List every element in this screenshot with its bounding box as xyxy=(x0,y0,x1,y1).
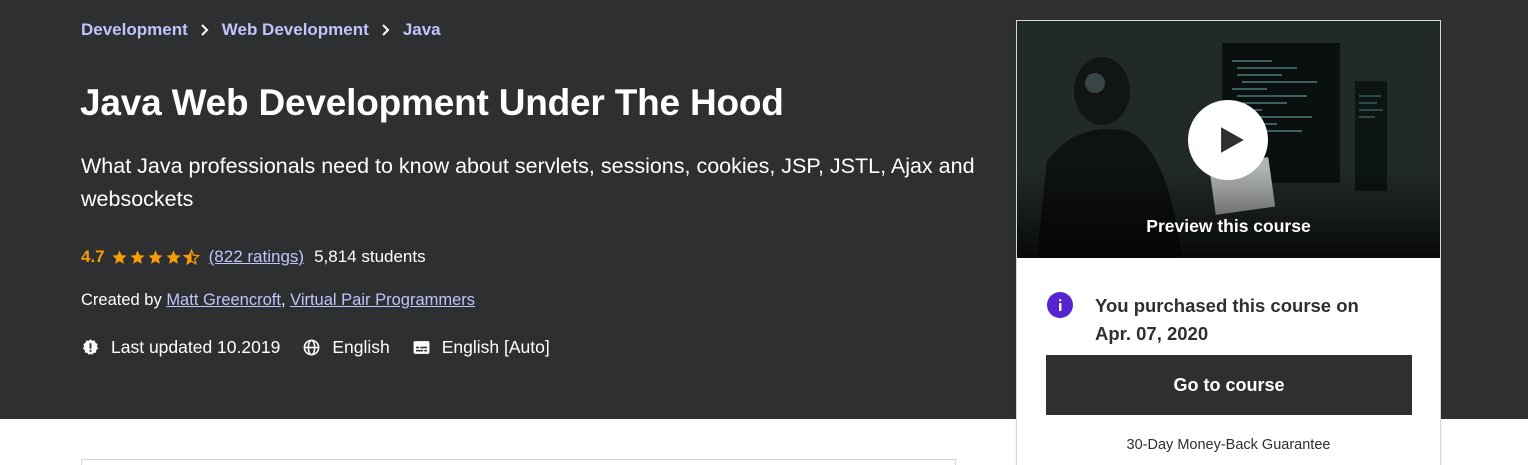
instructor-link[interactable]: Matt Greencroft xyxy=(166,291,281,309)
rating-value: 4.7 xyxy=(81,247,105,266)
preview-label: Preview this course xyxy=(1146,216,1311,236)
breadcrumb-java[interactable]: Java xyxy=(403,20,441,40)
go-to-course-button[interactable]: Go to course xyxy=(1046,355,1412,415)
instructor-link[interactable]: Virtual Pair Programmers xyxy=(290,291,475,309)
money-back-guarantee: 30-Day Money-Back Guarantee xyxy=(1126,437,1331,453)
course-preview[interactable]: Preview this course xyxy=(1017,21,1440,258)
rating-row: 4.7 (822 ratings) 5,814 students xyxy=(81,246,426,268)
chevron-right-icon xyxy=(200,23,210,37)
last-updated-text: Last updated 10.2019 xyxy=(111,336,281,357)
course-subtitle: What Java professionals need to know abo… xyxy=(81,154,975,211)
students-count: 5,814 students xyxy=(314,247,426,266)
play-button[interactable] xyxy=(1188,100,1268,180)
star-full-icon xyxy=(130,249,145,264)
breadcrumb: Development Web Development Java xyxy=(81,19,441,41)
star-full-icon xyxy=(112,249,127,264)
created-by-label: Created by xyxy=(81,291,162,309)
closed-captions-icon xyxy=(413,340,430,354)
course-title: Java Web Development Under The Hood xyxy=(80,82,784,123)
course-content-box xyxy=(81,459,956,465)
captions-text: English [Auto] xyxy=(441,336,550,357)
globe-icon xyxy=(303,339,320,355)
star-full-icon xyxy=(148,249,163,264)
last-updated: Last updated 10.2019 xyxy=(81,337,280,358)
alert-badge-icon xyxy=(82,338,99,355)
created-by: Created by Matt Greencroft, Virtual Pair… xyxy=(81,291,476,309)
info-icon xyxy=(1047,292,1073,318)
captions: English [Auto] xyxy=(412,337,550,358)
star-full-icon xyxy=(166,249,181,264)
breadcrumb-development[interactable]: Development xyxy=(81,20,188,40)
chevron-right-icon xyxy=(381,23,391,37)
course-meta: Last updated 10.2019 English English [Au… xyxy=(81,335,572,359)
preview-gradient xyxy=(1017,168,1440,258)
purchase-notice: You purchased this course on Apr. 07, 20… xyxy=(1047,292,1395,348)
play-icon xyxy=(1220,127,1244,153)
purchase-notice-text: You purchased this course on Apr. 07, 20… xyxy=(1095,295,1359,344)
language: English xyxy=(302,336,390,358)
breadcrumb-web-development[interactable]: Web Development xyxy=(222,20,369,40)
star-rating xyxy=(111,248,201,266)
star-half-icon xyxy=(182,248,200,265)
language-text: English xyxy=(332,336,390,357)
purchase-card: Preview this course You purchased this c… xyxy=(1016,20,1441,465)
ratings-count-link[interactable]: (822 ratings) xyxy=(209,247,304,267)
